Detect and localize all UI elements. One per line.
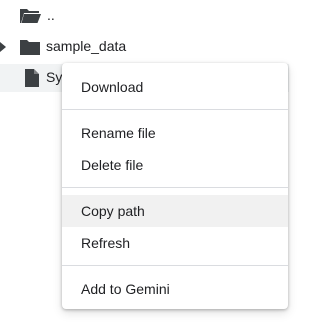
caret-right-icon[interactable] [0, 39, 8, 55]
parent-directory-row[interactable]: .. [0, 2, 289, 30]
folder-open-icon [19, 7, 41, 25]
menu-item-copy-path[interactable]: Copy path [62, 195, 288, 227]
menu-item-refresh[interactable]: Refresh [62, 227, 288, 259]
folder-icon [19, 38, 41, 56]
menu-item-download[interactable]: Download [62, 71, 288, 103]
menu-divider [62, 109, 288, 110]
menu-item-delete-file[interactable]: Delete file [62, 149, 288, 181]
parent-directory-label: .. [47, 7, 55, 23]
menu-divider [62, 265, 288, 266]
menu-item-add-to-gemini[interactable]: Add to Gemini [62, 273, 288, 305]
folder-row-sample-data[interactable]: sample_data [0, 33, 289, 61]
context-menu: Download Rename file Delete file Copy pa… [62, 63, 288, 309]
folder-label: sample_data [46, 38, 127, 54]
menu-item-rename-file[interactable]: Rename file [62, 117, 288, 149]
file-icon [21, 69, 43, 87]
menu-divider [62, 187, 288, 188]
file-label: Sy [46, 69, 63, 85]
